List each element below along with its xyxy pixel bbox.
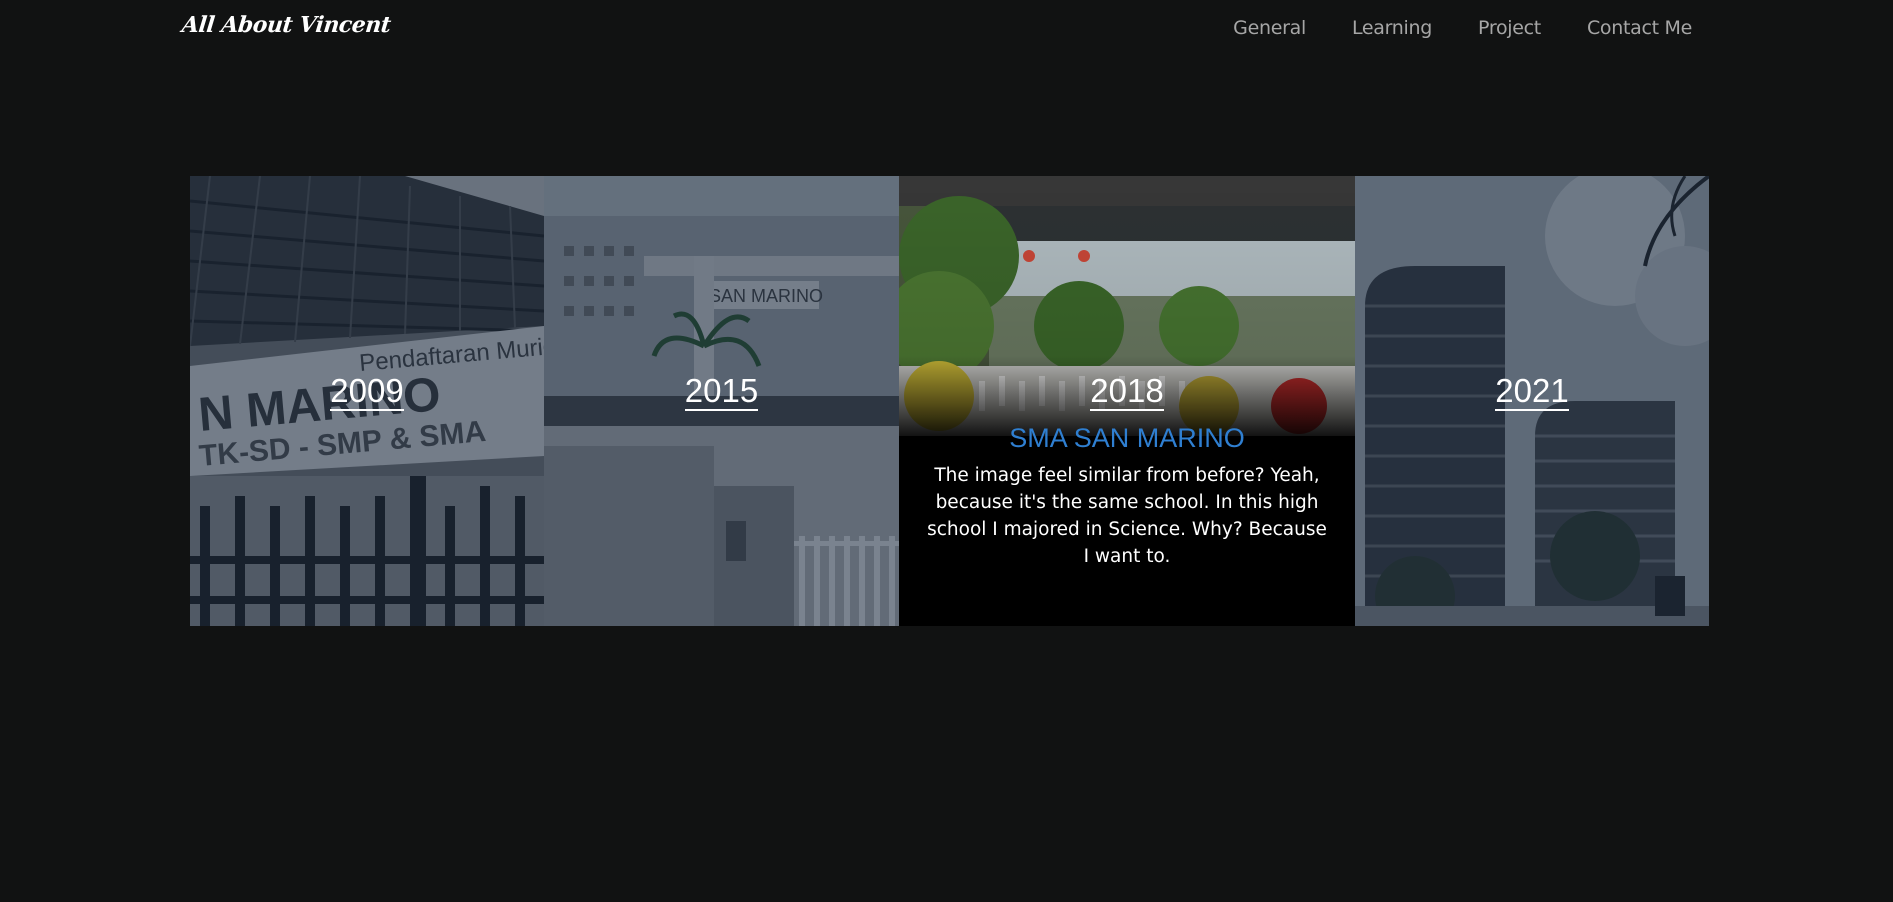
panel-year: 2018	[899, 372, 1355, 411]
panel-year: 2021	[1355, 372, 1709, 411]
panel-description: The image feel similar from before? Yeah…	[927, 465, 1327, 567]
year-label: 2018	[1090, 372, 1164, 411]
navbar: All About Vincent General Learning Proje…	[0, 0, 1893, 58]
brand-logo[interactable]: All About Vincent	[181, 12, 392, 38]
panel-year: 2009	[190, 372, 544, 411]
nav-links: General Learning Project Contact Me	[1233, 17, 1692, 39]
timeline-panel-2021[interactable]: 2021	[1355, 176, 1709, 626]
timeline-gallery: Pendaftaran Murid Baru N MARINO TK-SD - …	[190, 176, 1709, 626]
panel-title: SMA SAN MARINO	[1009, 423, 1245, 453]
nav-link-general[interactable]: General	[1233, 17, 1306, 39]
panel-year: 2015	[544, 372, 899, 411]
year-label: 2021	[1495, 372, 1569, 411]
year-label: 2009	[330, 372, 404, 411]
timeline-panel-2009[interactable]: Pendaftaran Murid Baru N MARINO TK-SD - …	[190, 176, 544, 626]
nav-link-project[interactable]: Project	[1478, 17, 1541, 39]
timeline-panel-2018[interactable]: 2018 SMA SAN MARINO The image feel simil…	[899, 176, 1355, 626]
timeline-panel-2015[interactable]: SAN MARINO 2015	[544, 176, 899, 626]
year-label: 2015	[684, 372, 759, 411]
nav-link-contact-me[interactable]: Contact Me	[1587, 17, 1692, 39]
nav-link-learning[interactable]: Learning	[1352, 17, 1432, 39]
